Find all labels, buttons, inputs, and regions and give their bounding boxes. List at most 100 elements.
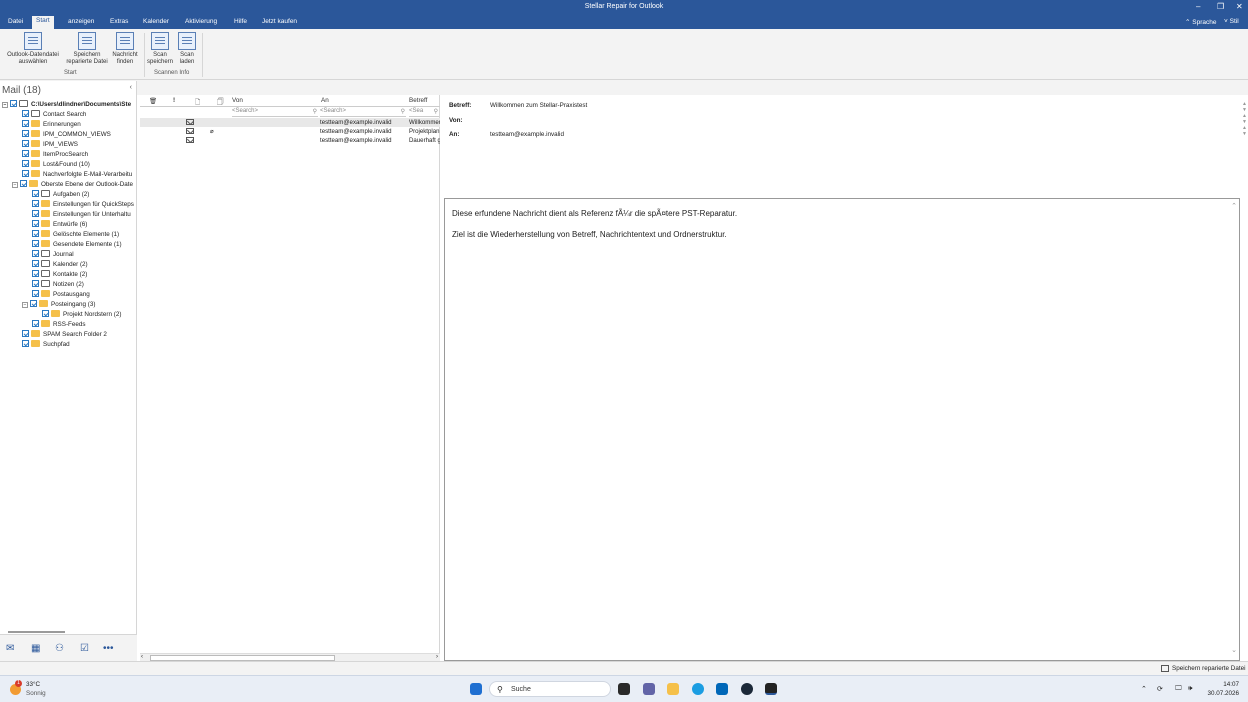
checkbox-icon[interactable] xyxy=(22,160,29,167)
folder-item[interactable]: Nachverfolgte E-Mail-Verarbeitu xyxy=(22,170,132,180)
restore-icon[interactable]: ❐ xyxy=(1217,2,1224,11)
scroll-down-icon[interactable]: ⌄ xyxy=(1231,646,1237,654)
menu-start[interactable]: Start xyxy=(32,16,54,29)
checkbox-icon[interactable] xyxy=(32,250,39,257)
scroll-up-icon[interactable]: ⌃ xyxy=(1231,202,1237,210)
save-scan-button[interactable]: Scan speichern xyxy=(147,32,173,66)
menu-anzeigen[interactable]: anzeigen xyxy=(64,17,98,26)
checkbox-icon[interactable] xyxy=(22,170,29,177)
select-datafile-button[interactable]: Outlook-Datendatei auswählen xyxy=(3,32,63,66)
find-message-button[interactable]: Nachricht finden xyxy=(110,32,140,66)
folder-item[interactable]: Projekt Nordstern (2) xyxy=(42,310,121,320)
people-icon[interactable]: ⚇ xyxy=(55,643,64,654)
tray-app-icon[interactable]: ⟳ xyxy=(1157,685,1163,693)
checkbox-icon[interactable] xyxy=(22,150,29,157)
collapse-tree-icon[interactable]: − xyxy=(12,182,18,188)
search-icon[interactable]: ⚲ xyxy=(401,108,405,115)
clock-date[interactable]: 30.07.2026 xyxy=(1200,690,1239,697)
checkbox-icon[interactable] xyxy=(32,240,39,247)
folder-item[interactable]: Einstellungen für QuickSteps xyxy=(32,200,134,210)
horizontal-scrollbar[interactable]: ‹ › xyxy=(140,653,440,661)
message-row[interactable]: ⌀ testteam@example.invalid Projektplan xyxy=(140,127,440,136)
checkbox-icon[interactable] xyxy=(32,290,39,297)
store-icon[interactable] xyxy=(716,683,728,695)
close-icon[interactable]: ✕ xyxy=(1236,2,1243,11)
checkbox-icon[interactable] xyxy=(32,260,39,267)
checkbox-icon[interactable] xyxy=(32,320,39,327)
checkbox-icon[interactable] xyxy=(22,130,29,137)
checkbox-icon[interactable] xyxy=(32,270,39,277)
edge-icon[interactable] xyxy=(692,683,704,695)
steam-icon[interactable] xyxy=(741,683,753,695)
checkbox-icon[interactable] xyxy=(22,330,29,337)
col-from[interactable]: Von xyxy=(232,97,243,104)
load-scan-button[interactable]: Scan laden xyxy=(175,32,199,66)
folder-item[interactable]: IPM_COMMON_VIEWS xyxy=(22,130,111,140)
folder-item[interactable]: RSS-Feeds xyxy=(32,320,86,330)
checkbox-icon[interactable] xyxy=(32,200,39,207)
search-icon[interactable]: ⚲ xyxy=(434,108,438,115)
checkbox-icon[interactable] xyxy=(42,310,49,317)
folder-item[interactable]: Gelöschte Elemente (1) xyxy=(32,230,119,240)
windows-start-icon[interactable] xyxy=(470,683,482,695)
clock-time[interactable]: 14:07 xyxy=(1207,681,1239,688)
folder-item[interactable]: − Posteingang (3) xyxy=(22,300,95,310)
header-scroll-icon[interactable]: ▲ ▼ ▲ ▼ ▲ ▼ xyxy=(1242,101,1247,137)
search-icon[interactable]: ⚲ xyxy=(313,108,317,115)
checkbox-icon[interactable] xyxy=(30,300,37,307)
message-row[interactable]: testteam@example.invalid Dauerhaft g xyxy=(140,136,440,145)
pane-scrollbar[interactable] xyxy=(8,631,65,633)
folder-item[interactable]: Contact Search xyxy=(22,110,86,120)
delete-col-icon[interactable]: 🗑 xyxy=(149,97,157,105)
mail-icon[interactable]: ✉ xyxy=(6,643,14,654)
search-to-input[interactable]: <Search> ⚲ xyxy=(320,108,406,117)
scroll-left-icon[interactable]: ‹ xyxy=(141,654,143,660)
collapse-tree-icon[interactable]: − xyxy=(2,102,8,108)
network-icon[interactable]: 🖵 xyxy=(1175,685,1182,693)
scroll-right-icon[interactable]: › xyxy=(436,654,438,660)
folder-item[interactable]: Kalender (2) xyxy=(32,260,88,270)
save-repaired-button[interactable]: Speichern reparierte Datei xyxy=(64,32,110,66)
search-subject-input[interactable]: <Sea ⚲ xyxy=(409,108,439,117)
taskbar-search[interactable]: ⚲ Suche xyxy=(489,681,611,697)
checkbox-icon[interactable] xyxy=(22,340,29,347)
checkbox-icon[interactable] xyxy=(32,230,39,237)
tree-root[interactable]: − C:\Users\dlindner\Documents\Ste xyxy=(2,100,131,110)
sprache-menu[interactable]: ⌃ Sprache xyxy=(1185,18,1216,26)
teams-icon[interactable] xyxy=(643,683,655,695)
folder-item[interactable]: IPM_VIEWS xyxy=(22,140,78,150)
collapse-icon[interactable]: ‹ xyxy=(130,84,132,91)
stil-menu[interactable]: ˅ Stil xyxy=(1224,18,1239,25)
folder-item[interactable]: Suchpfad xyxy=(22,340,70,350)
calendar-icon[interactable]: ▦ xyxy=(31,643,40,654)
folder-item[interactable]: Einstellungen für Unterhaltu xyxy=(32,210,131,220)
message-row[interactable]: testteam@example.invalid Willkommen xyxy=(140,118,440,127)
stellar-app-icon[interactable] xyxy=(765,683,777,695)
folder-item[interactable]: − Oberste Ebene der Outlook-Date xyxy=(12,180,133,190)
checkbox-icon[interactable] xyxy=(32,190,39,197)
menu-extras[interactable]: Extras xyxy=(106,17,132,26)
task-view-icon[interactable] xyxy=(618,683,630,695)
folder-item[interactable]: Gesendete Elemente (1) xyxy=(32,240,122,250)
checkbox-icon[interactable] xyxy=(22,140,29,147)
checkbox-icon[interactable] xyxy=(32,210,39,217)
checkbox-icon[interactable] xyxy=(22,110,29,117)
tasks-icon[interactable]: ☑ xyxy=(80,643,89,654)
menu-aktivierung[interactable]: Aktivierung xyxy=(181,17,221,26)
search-from-input[interactable]: <Search> ⚲ xyxy=(232,108,318,117)
checkbox-icon[interactable] xyxy=(10,100,17,107)
folder-item[interactable]: ItemProcSearch xyxy=(22,150,88,160)
folder-item[interactable]: Entwürfe (6) xyxy=(32,220,87,230)
folder-item[interactable]: Notizen (2) xyxy=(32,280,84,290)
checkbox-icon[interactable] xyxy=(22,120,29,127)
collapse-tree-icon[interactable]: − xyxy=(22,302,28,308)
folder-item[interactable]: SPAM Search Folder 2 xyxy=(22,330,107,340)
folder-item[interactable]: Postausgang xyxy=(32,290,90,300)
status-save-repaired[interactable]: Speichern reparierte Datei xyxy=(1172,665,1246,672)
tray-chevron-icon[interactable]: ⌃ xyxy=(1141,685,1147,693)
col-subject[interactable]: Betreff xyxy=(409,97,427,104)
menu-datei[interactable]: Datei xyxy=(4,17,27,26)
checkbox-icon[interactable] xyxy=(32,220,39,227)
folder-item[interactable]: Journal xyxy=(32,250,74,260)
more-icon[interactable]: ••• xyxy=(103,643,114,654)
